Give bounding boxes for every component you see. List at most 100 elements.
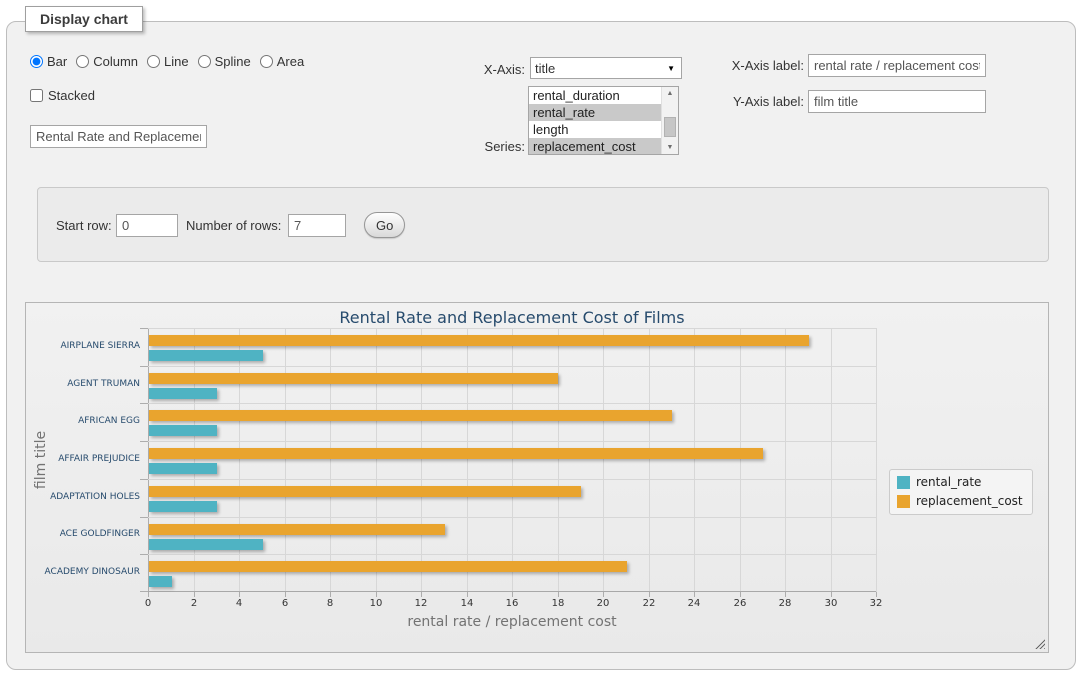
fieldset-legend: Display chart — [25, 6, 143, 32]
x-tick-mark — [512, 592, 513, 597]
gridline-v — [694, 328, 695, 592]
chart-type-radio-line[interactable] — [147, 55, 160, 68]
series-listbox[interactable]: rental_durationrental_ratelengthreplacem… — [528, 86, 679, 155]
chart-type-option-spline[interactable]: Spline — [198, 54, 251, 69]
x-axis-label-field-label: X-Axis label: — [700, 58, 804, 73]
x-axis-select[interactable]: title — [530, 57, 682, 79]
x-tick-label: 10 — [356, 598, 396, 609]
chart-legend: rental_rate replacement_cost — [889, 469, 1033, 515]
gridline-v — [876, 328, 877, 592]
bar-rental_rate[interactable] — [149, 425, 217, 436]
stacked-checkbox-row[interactable]: Stacked — [30, 88, 95, 103]
scrollbar-thumb[interactable] — [664, 117, 676, 137]
x-axis-select-wrap: title ▼ — [530, 57, 682, 79]
y-axis-line — [148, 328, 149, 592]
chart-type-label: Spline — [215, 54, 251, 69]
bar-replacement_cost[interactable] — [149, 335, 809, 346]
bar-replacement_cost[interactable] — [149, 524, 445, 535]
series-option-length[interactable]: length — [529, 121, 661, 138]
x-tick-mark — [831, 592, 832, 597]
gridline-v — [376, 328, 377, 592]
start-row-input[interactable] — [116, 214, 178, 237]
gridline-v — [330, 328, 331, 592]
bar-replacement_cost[interactable] — [149, 373, 558, 384]
stacked-label: Stacked — [48, 88, 95, 103]
bar-rental_rate[interactable] — [149, 350, 263, 361]
num-rows-input[interactable] — [288, 214, 346, 237]
y-axis-label-field-label: Y-Axis label: — [700, 94, 804, 109]
y-tick-mark — [140, 517, 148, 518]
x-tick-mark — [421, 592, 422, 597]
gridline-v — [285, 328, 286, 592]
resize-grip-icon[interactable] — [1034, 638, 1045, 649]
legend-item-replacement_cost[interactable]: replacement_cost — [897, 494, 1023, 508]
x-tick-mark — [649, 592, 650, 597]
start-row-label: Start row: — [56, 218, 112, 233]
chart-type-radio-area[interactable] — [260, 55, 273, 68]
legend-label: replacement_cost — [916, 494, 1023, 508]
x-tick-mark — [194, 592, 195, 597]
gridline-v — [467, 328, 468, 592]
bar-rental_rate[interactable] — [149, 501, 217, 512]
chart-type-radio-spline[interactable] — [198, 55, 211, 68]
gridline-h — [148, 366, 876, 367]
legend-swatch — [897, 495, 910, 508]
chart-type-option-line[interactable]: Line — [147, 54, 189, 69]
category-label: ACADEMY DINOSAUR — [26, 567, 140, 577]
chart-type-label: Line — [164, 54, 189, 69]
x-tick-mark — [239, 592, 240, 597]
x-tick-label: 18 — [538, 598, 578, 609]
series-option-rental_rate[interactable]: rental_rate — [529, 104, 661, 121]
scroll-up-icon[interactable]: ▲ — [662, 87, 678, 100]
bar-rental_rate[interactable] — [149, 576, 172, 587]
series-option-replacement_cost[interactable]: replacement_cost — [529, 138, 661, 154]
chart-type-option-bar[interactable]: Bar — [30, 54, 67, 69]
chart-type-radio-column[interactable] — [76, 55, 89, 68]
bar-replacement_cost[interactable] — [149, 410, 672, 421]
go-button[interactable]: Go — [364, 212, 405, 238]
chart-title: Rental Rate and Replacement Cost of Film… — [148, 308, 876, 327]
chart-type-radio-bar[interactable] — [30, 55, 43, 68]
gridline-v — [740, 328, 741, 592]
y-axis-label-input[interactable] — [808, 90, 986, 113]
bar-replacement_cost[interactable] — [149, 448, 763, 459]
y-tick-mark — [140, 591, 148, 592]
x-tick-mark — [285, 592, 286, 597]
stacked-checkbox[interactable] — [30, 89, 43, 102]
x-tick-label: 28 — [765, 598, 805, 609]
series-option-rental_duration[interactable]: rental_duration — [529, 87, 661, 104]
bar-replacement_cost[interactable] — [149, 486, 581, 497]
category-label: AFFAIR PREJUDICE — [26, 454, 140, 464]
bar-replacement_cost[interactable] — [149, 561, 627, 572]
x-tick-label: 24 — [674, 598, 714, 609]
chart-type-option-column[interactable]: Column — [76, 54, 138, 69]
page: Display chart Bar Column Line Spline Area St… — [0, 0, 1081, 681]
series-select-label: Series: — [440, 139, 525, 154]
chart-type-radio-group: Bar Column Line Spline Area — [30, 54, 304, 69]
x-tick-mark — [376, 592, 377, 597]
listbox-scrollbar[interactable]: ▲ ▼ — [661, 87, 678, 154]
chart-type-label: Bar — [47, 54, 67, 69]
gridline-h — [148, 441, 876, 442]
gridline-h — [148, 517, 876, 518]
gridline-v — [558, 328, 559, 592]
x-tick-label: 8 — [310, 598, 350, 609]
x-tick-mark — [467, 592, 468, 597]
x-tick-label: 32 — [856, 598, 896, 609]
chart-type-option-area[interactable]: Area — [260, 54, 304, 69]
x-tick-label: 2 — [174, 598, 214, 609]
scroll-down-icon[interactable]: ▼ — [662, 141, 678, 154]
chart-title-input[interactable] — [30, 125, 207, 148]
bar-rental_rate[interactable] — [149, 388, 217, 399]
y-tick-mark — [140, 328, 148, 329]
bar-rental_rate[interactable] — [149, 463, 217, 474]
gridline-h — [148, 554, 876, 555]
x-tick-mark — [785, 592, 786, 597]
x-tick-mark — [876, 592, 877, 597]
legend-item-rental_rate[interactable]: rental_rate — [897, 475, 1023, 489]
x-axis-title: rental rate / replacement cost — [148, 614, 876, 630]
category-label: AGENT TRUMAN — [26, 379, 140, 389]
x-axis-label-input[interactable] — [808, 54, 986, 77]
bar-rental_rate[interactable] — [149, 539, 263, 550]
gridline-v — [421, 328, 422, 592]
